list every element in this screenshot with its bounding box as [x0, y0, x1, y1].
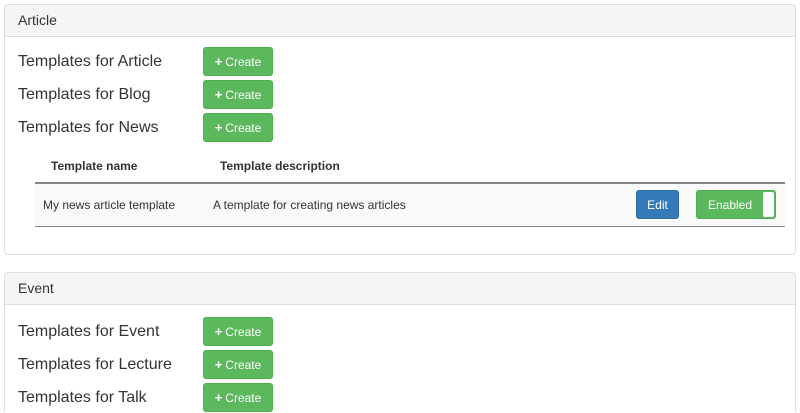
toggle-label: Enabled [707, 197, 753, 212]
template-row-talk: Templates for Talk + Create [18, 383, 418, 413]
template-label-blog: Templates for Blog [18, 86, 151, 103]
template-description-cell: A template for creating news articles [213, 198, 406, 212]
article-panel: Article Templates for Article + Create T… [4, 4, 796, 255]
create-lecture-template-button[interactable]: + Create [203, 350, 273, 379]
event-panel-heading: Event [5, 273, 795, 305]
plus-icon: + [214, 357, 223, 372]
column-header-template-description: Template description [220, 159, 340, 173]
template-row-news: Templates for News + Create [18, 113, 418, 143]
create-button-label: Create [225, 390, 262, 405]
plus-icon: + [214, 87, 223, 102]
template-label-lecture: Templates for Lecture [18, 356, 172, 373]
event-panel: Event Templates for Event + Create Templ… [4, 272, 796, 412]
article-panel-heading: Article [5, 5, 795, 37]
plus-icon: + [214, 324, 223, 339]
edit-template-button[interactable]: Edit [636, 190, 679, 219]
toggle-knob [763, 192, 774, 217]
column-header-template-name: Template name [51, 159, 138, 173]
create-button-label: Create [225, 357, 262, 372]
create-blog-template-button[interactable]: + Create [203, 80, 273, 109]
create-news-template-button[interactable]: + Create [203, 113, 273, 142]
template-label-event: Templates for Event [18, 323, 160, 340]
create-talk-template-button[interactable]: + Create [203, 383, 273, 412]
plus-icon: + [214, 54, 223, 69]
plus-icon: + [214, 390, 223, 405]
table-bottom-divider [35, 226, 785, 227]
plus-icon: + [214, 120, 223, 135]
template-row-article: Templates for Article + Create [18, 47, 418, 77]
template-name-cell: My news article template [43, 198, 176, 212]
create-button-label: Create [225, 120, 262, 135]
template-label-news: Templates for News [18, 119, 159, 136]
create-button-label: Create [225, 87, 262, 102]
enabled-toggle[interactable]: Enabled [696, 190, 776, 219]
table-row: My news article template A template for … [35, 184, 785, 226]
create-event-template-button[interactable]: + Create [203, 317, 273, 346]
template-row-event: Templates for Event + Create [18, 317, 418, 347]
event-panel-title: Event [18, 280, 54, 296]
template-row-lecture: Templates for Lecture + Create [18, 350, 418, 380]
create-article-template-button[interactable]: + Create [203, 47, 273, 76]
create-button-label: Create [225, 54, 262, 69]
template-row-blog: Templates for Blog + Create [18, 80, 418, 110]
template-label-article: Templates for Article [18, 53, 163, 70]
template-label-talk: Templates for Talk [18, 389, 147, 406]
create-button-label: Create [225, 324, 262, 339]
article-panel-title: Article [18, 12, 57, 28]
